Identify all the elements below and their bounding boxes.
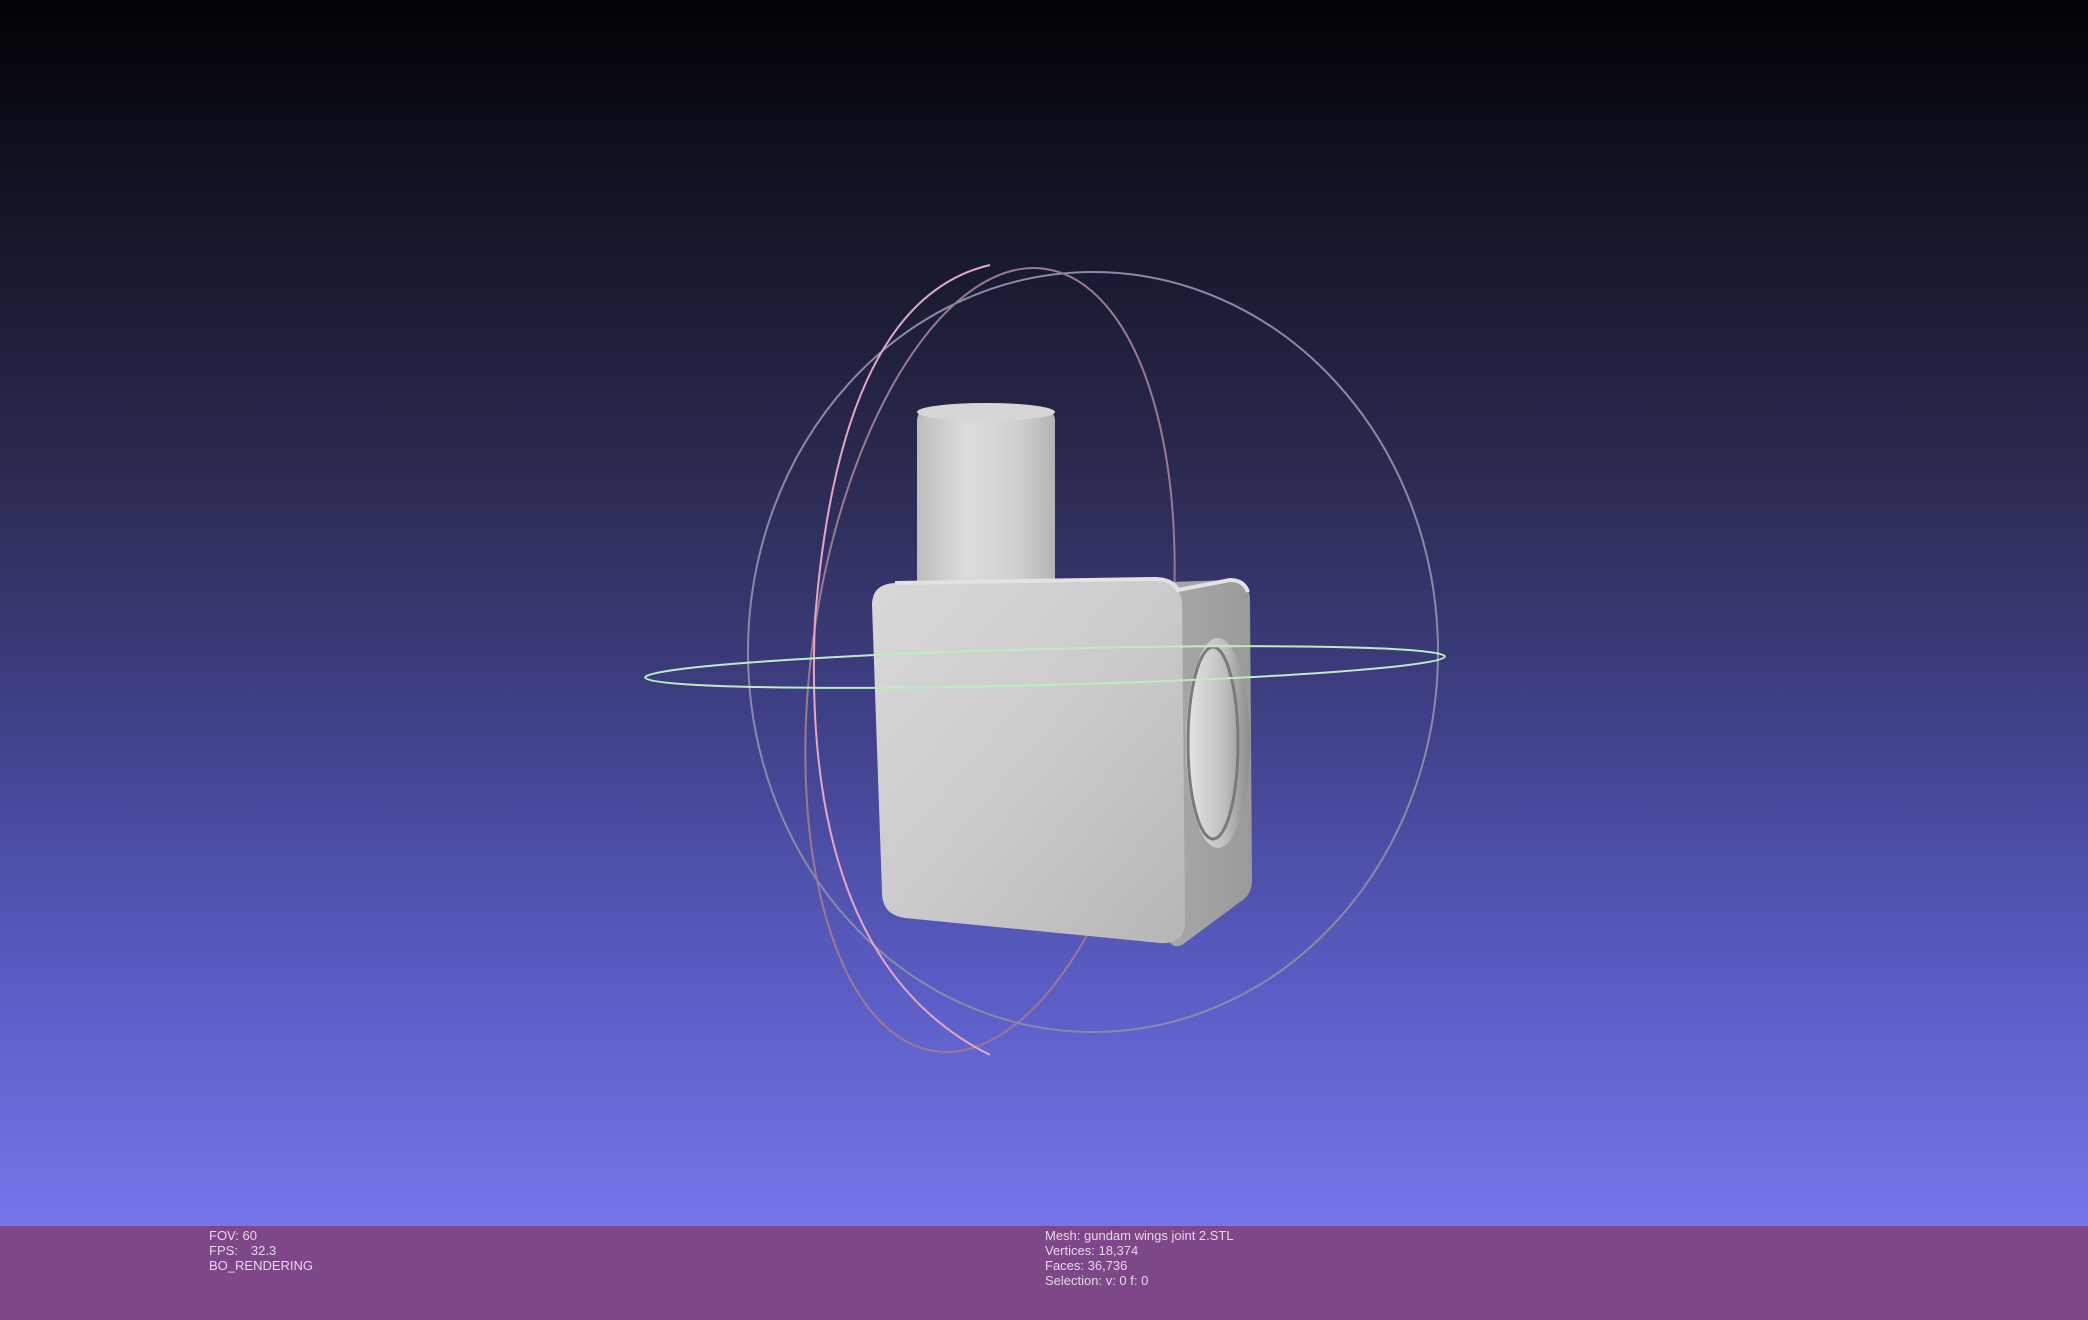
- mesh-cylinder: [917, 410, 1055, 600]
- mesh-block-front: [872, 579, 1185, 944]
- selection-label: Selection: v: 0 f: 0: [1045, 1273, 1149, 1288]
- render-mode-label: BO_RENDERING: [209, 1258, 314, 1273]
- vertex-count-label: Vertices: 18,374: [1045, 1243, 1139, 1258]
- fps-label: FPS:: [209, 1243, 238, 1258]
- mesh-info: Mesh: gundam wings joint 2.STL Vertices:…: [1045, 1228, 1234, 1288]
- info-overlay-bar: FOV: 60 FPS: 32.3 BO_RENDERING Mesh: gund…: [0, 1226, 2088, 1320]
- fps-value: 32.3: [250, 1243, 277, 1258]
- 3d-viewport[interactable]: [0, 0, 2088, 1226]
- mesh-cylinder-top: [917, 403, 1055, 421]
- scene-canvas[interactable]: [0, 0, 2088, 1226]
- fps-readout: FPS: 32.3: [209, 1243, 313, 1258]
- mesh-name-label: Mesh: gundam wings joint 2.STL: [1045, 1228, 1234, 1243]
- render-info: FOV: 60 FPS: 32.3 BO_RENDERING: [209, 1228, 313, 1273]
- stl-mesh[interactable]: [872, 403, 1252, 947]
- face-count-label: Faces: 36,736: [1045, 1258, 1128, 1273]
- meshlab-window: FOV: 60 FPS: 32.3 BO_RENDERING Mesh: gund…: [0, 0, 2088, 1320]
- fov-label: FOV: 60: [209, 1228, 257, 1243]
